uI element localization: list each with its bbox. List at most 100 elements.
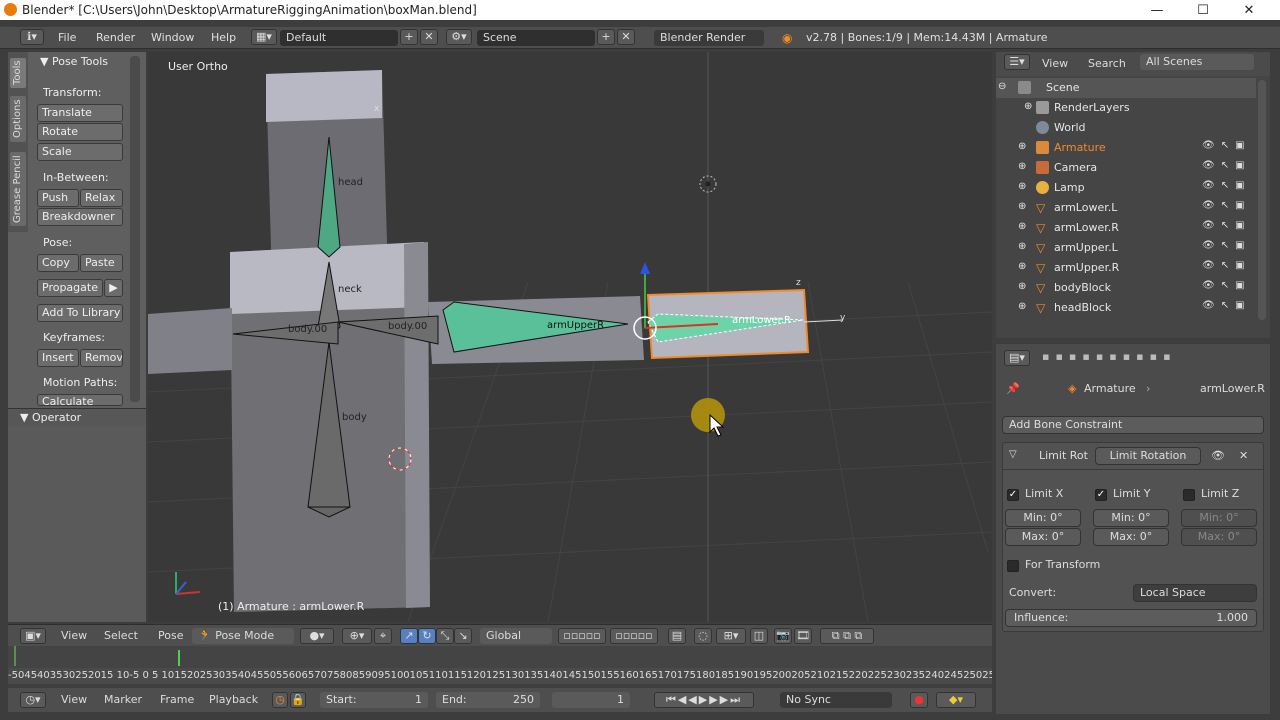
- render-engine-select[interactable]: Blender Render: [654, 30, 764, 46]
- collapse-icon[interactable]: ▽: [1009, 449, 1017, 460]
- constraint-visibility-icon[interactable]: 👁: [1211, 449, 1225, 462]
- close-window-button[interactable]: ✕: [1226, 0, 1272, 20]
- min-y-field[interactable]: Min: 0°: [1093, 509, 1169, 527]
- preview-range-icon[interactable]: ◷: [272, 692, 288, 708]
- propagate-button[interactable]: Propagate: [37, 279, 103, 297]
- breakdowner-button[interactable]: Breakdowner: [37, 208, 123, 226]
- properties-editor-icon[interactable]: ▤▾: [1004, 350, 1030, 366]
- breadcrumb-object[interactable]: Armature: [1084, 382, 1136, 395]
- menu-timeline-view[interactable]: View: [61, 693, 87, 706]
- keying-set-button[interactable]: ◆▾: [936, 692, 976, 708]
- layout-field[interactable]: Default: [280, 30, 398, 46]
- maximize-button[interactable]: ☐: [1180, 0, 1226, 20]
- tab-grease-pencil[interactable]: Grease Pencil: [10, 152, 26, 226]
- layout-icon[interactable]: ▦▾: [251, 29, 277, 45]
- menu-file[interactable]: File: [58, 31, 76, 44]
- copy-paste-pose-buttons[interactable]: ⧉ ⧉ ⧉: [820, 628, 874, 644]
- menu-frame[interactable]: Frame: [160, 693, 194, 706]
- manipulator-toggle[interactable]: ⌖: [374, 628, 392, 644]
- sync-select[interactable]: No Sync: [780, 692, 892, 708]
- outliner-editor-icon[interactable]: ☰▾: [1004, 54, 1030, 70]
- min-x-field[interactable]: Min: 0°: [1005, 509, 1081, 527]
- breadcrumb-bone[interactable]: armLower.R: [1200, 382, 1265, 395]
- add-to-library-button[interactable]: Add To Library: [37, 304, 123, 322]
- record-button[interactable]: ●: [910, 692, 928, 708]
- constraint-name-field[interactable]: Limit Rotation: [1095, 447, 1201, 465]
- outliner-menu-view[interactable]: View: [1042, 57, 1068, 70]
- snap-select[interactable]: ⊞▾: [716, 628, 746, 644]
- editor-type-icon[interactable]: ℹ▾: [20, 29, 44, 45]
- push-button[interactable]: Push: [37, 189, 79, 207]
- paste-pose-button[interactable]: Paste: [80, 254, 123, 272]
- scale-button[interactable]: Scale: [37, 143, 123, 161]
- for-transform-checkbox[interactable]: [1007, 560, 1019, 572]
- outliner-item-renderlayers[interactable]: ⊕ RenderLayers: [996, 98, 1256, 118]
- tab-options[interactable]: Options: [10, 96, 26, 142]
- pin-icon[interactable]: 📌: [1006, 382, 1020, 395]
- remove-keyframe-button[interactable]: Remov: [80, 349, 123, 367]
- outliner-filter-select[interactable]: All Scenes: [1140, 54, 1254, 70]
- max-z-field[interactable]: Max: 0°: [1181, 528, 1257, 546]
- limit-z-checkbox[interactable]: [1183, 489, 1195, 501]
- outliner-item-scene[interactable]: ⊖ Scene: [996, 78, 1256, 98]
- calculate-button[interactable]: Calculate: [37, 394, 123, 406]
- insert-keyframe-button[interactable]: Insert: [37, 349, 79, 367]
- scene-remove-button[interactable]: ✕: [617, 29, 635, 45]
- menu-pose[interactable]: Pose: [158, 629, 183, 642]
- shading-select[interactable]: ●▾: [300, 628, 334, 644]
- render-anim-button[interactable]: 🎞: [794, 628, 812, 644]
- scene-add-button[interactable]: +: [597, 29, 615, 45]
- current-frame-field[interactable]: 1: [552, 692, 630, 708]
- scale-manip-button[interactable]: ⤡: [436, 628, 454, 644]
- orientation-select[interactable]: Global: [480, 628, 552, 644]
- operator-panel-header[interactable]: ▼ Operator: [8, 408, 146, 426]
- limit-y-checkbox[interactable]: ✓: [1095, 489, 1107, 501]
- min-z-field[interactable]: Min: 0°: [1181, 509, 1257, 527]
- influence-slider[interactable]: Influence: 1.000: [1005, 609, 1257, 627]
- propagate-menu-button[interactable]: ▶: [104, 279, 123, 297]
- lock-layers-button[interactable]: ▤: [668, 628, 686, 644]
- lock-range-icon[interactable]: 🔒: [290, 692, 306, 708]
- properties-context-tabs[interactable]: ▪▪▪▪▪▪▪▪▪▪: [1042, 350, 1260, 366]
- timeline-editor-icon[interactable]: ◷▾: [20, 692, 46, 708]
- scene-icon[interactable]: ⚙▾: [446, 29, 472, 45]
- menu-window[interactable]: Window: [151, 31, 194, 44]
- layers-b[interactable]: ▫▫▫▫▫: [610, 628, 658, 644]
- relax-button[interactable]: Relax: [80, 189, 123, 207]
- scene-field[interactable]: Scene: [477, 30, 595, 46]
- shelf-scrollbar[interactable]: [130, 56, 140, 402]
- playback-controls[interactable]: ⏮◀◀▶▶▶⏭: [654, 692, 754, 708]
- menu-render[interactable]: Render: [96, 31, 135, 44]
- manip-extra-button[interactable]: ↘: [454, 628, 472, 644]
- max-y-field[interactable]: Max: 0°: [1093, 528, 1169, 546]
- proportional-edit-button[interactable]: ◌: [694, 628, 712, 644]
- tab-tools[interactable]: Tools: [10, 58, 26, 88]
- pivot-select[interactable]: ⊕▾: [342, 628, 372, 644]
- timeline[interactable]: -5045403530252015 10-5 0 5 1015202530354…: [8, 646, 992, 688]
- menu-playback[interactable]: Playback: [209, 693, 258, 706]
- minimize-button[interactable]: —: [1134, 0, 1180, 20]
- outliner-item-world[interactable]: World: [996, 118, 1256, 138]
- layout-add-button[interactable]: +: [400, 29, 418, 45]
- menu-view[interactable]: View: [61, 629, 87, 642]
- end-frame-field[interactable]: End: 250: [436, 692, 540, 708]
- rotate-manip-button[interactable]: ↻: [418, 628, 436, 644]
- snap-target-button[interactable]: ◫: [750, 628, 768, 644]
- limit-x-checkbox[interactable]: ✓: [1007, 489, 1019, 501]
- manip-z-handle[interactable]: [640, 262, 650, 274]
- copy-pose-button[interactable]: Copy: [37, 254, 79, 272]
- menu-marker[interactable]: Marker: [104, 693, 142, 706]
- max-x-field[interactable]: Max: 0°: [1005, 528, 1081, 546]
- visibility-toggles[interactable]: 👁↖▣ 👁↖▣ 👁↖▣ 👁↖▣ 👁↖▣ 👁↖▣ 👁↖▣ 👁↖▣ 👁↖▣: [1202, 136, 1258, 316]
- mode-select[interactable]: 🏃 Pose Mode: [192, 628, 294, 644]
- pose-tools-header[interactable]: ▼ Pose Tools: [40, 55, 108, 68]
- layers-a[interactable]: ▫▫▫▫▫: [558, 628, 606, 644]
- outliner-menu-search[interactable]: Search: [1088, 57, 1126, 70]
- constraint-delete-icon[interactable]: ✕: [1239, 449, 1248, 462]
- translate-button[interactable]: Translate: [37, 104, 123, 122]
- 3d-viewport[interactable]: User Ortho head neck body body.00 body.0…: [148, 52, 992, 622]
- rotate-button[interactable]: Rotate: [37, 123, 123, 141]
- layout-remove-button[interactable]: ✕: [420, 29, 438, 45]
- menu-select[interactable]: Select: [104, 629, 138, 642]
- current-frame-line[interactable]: [178, 650, 180, 666]
